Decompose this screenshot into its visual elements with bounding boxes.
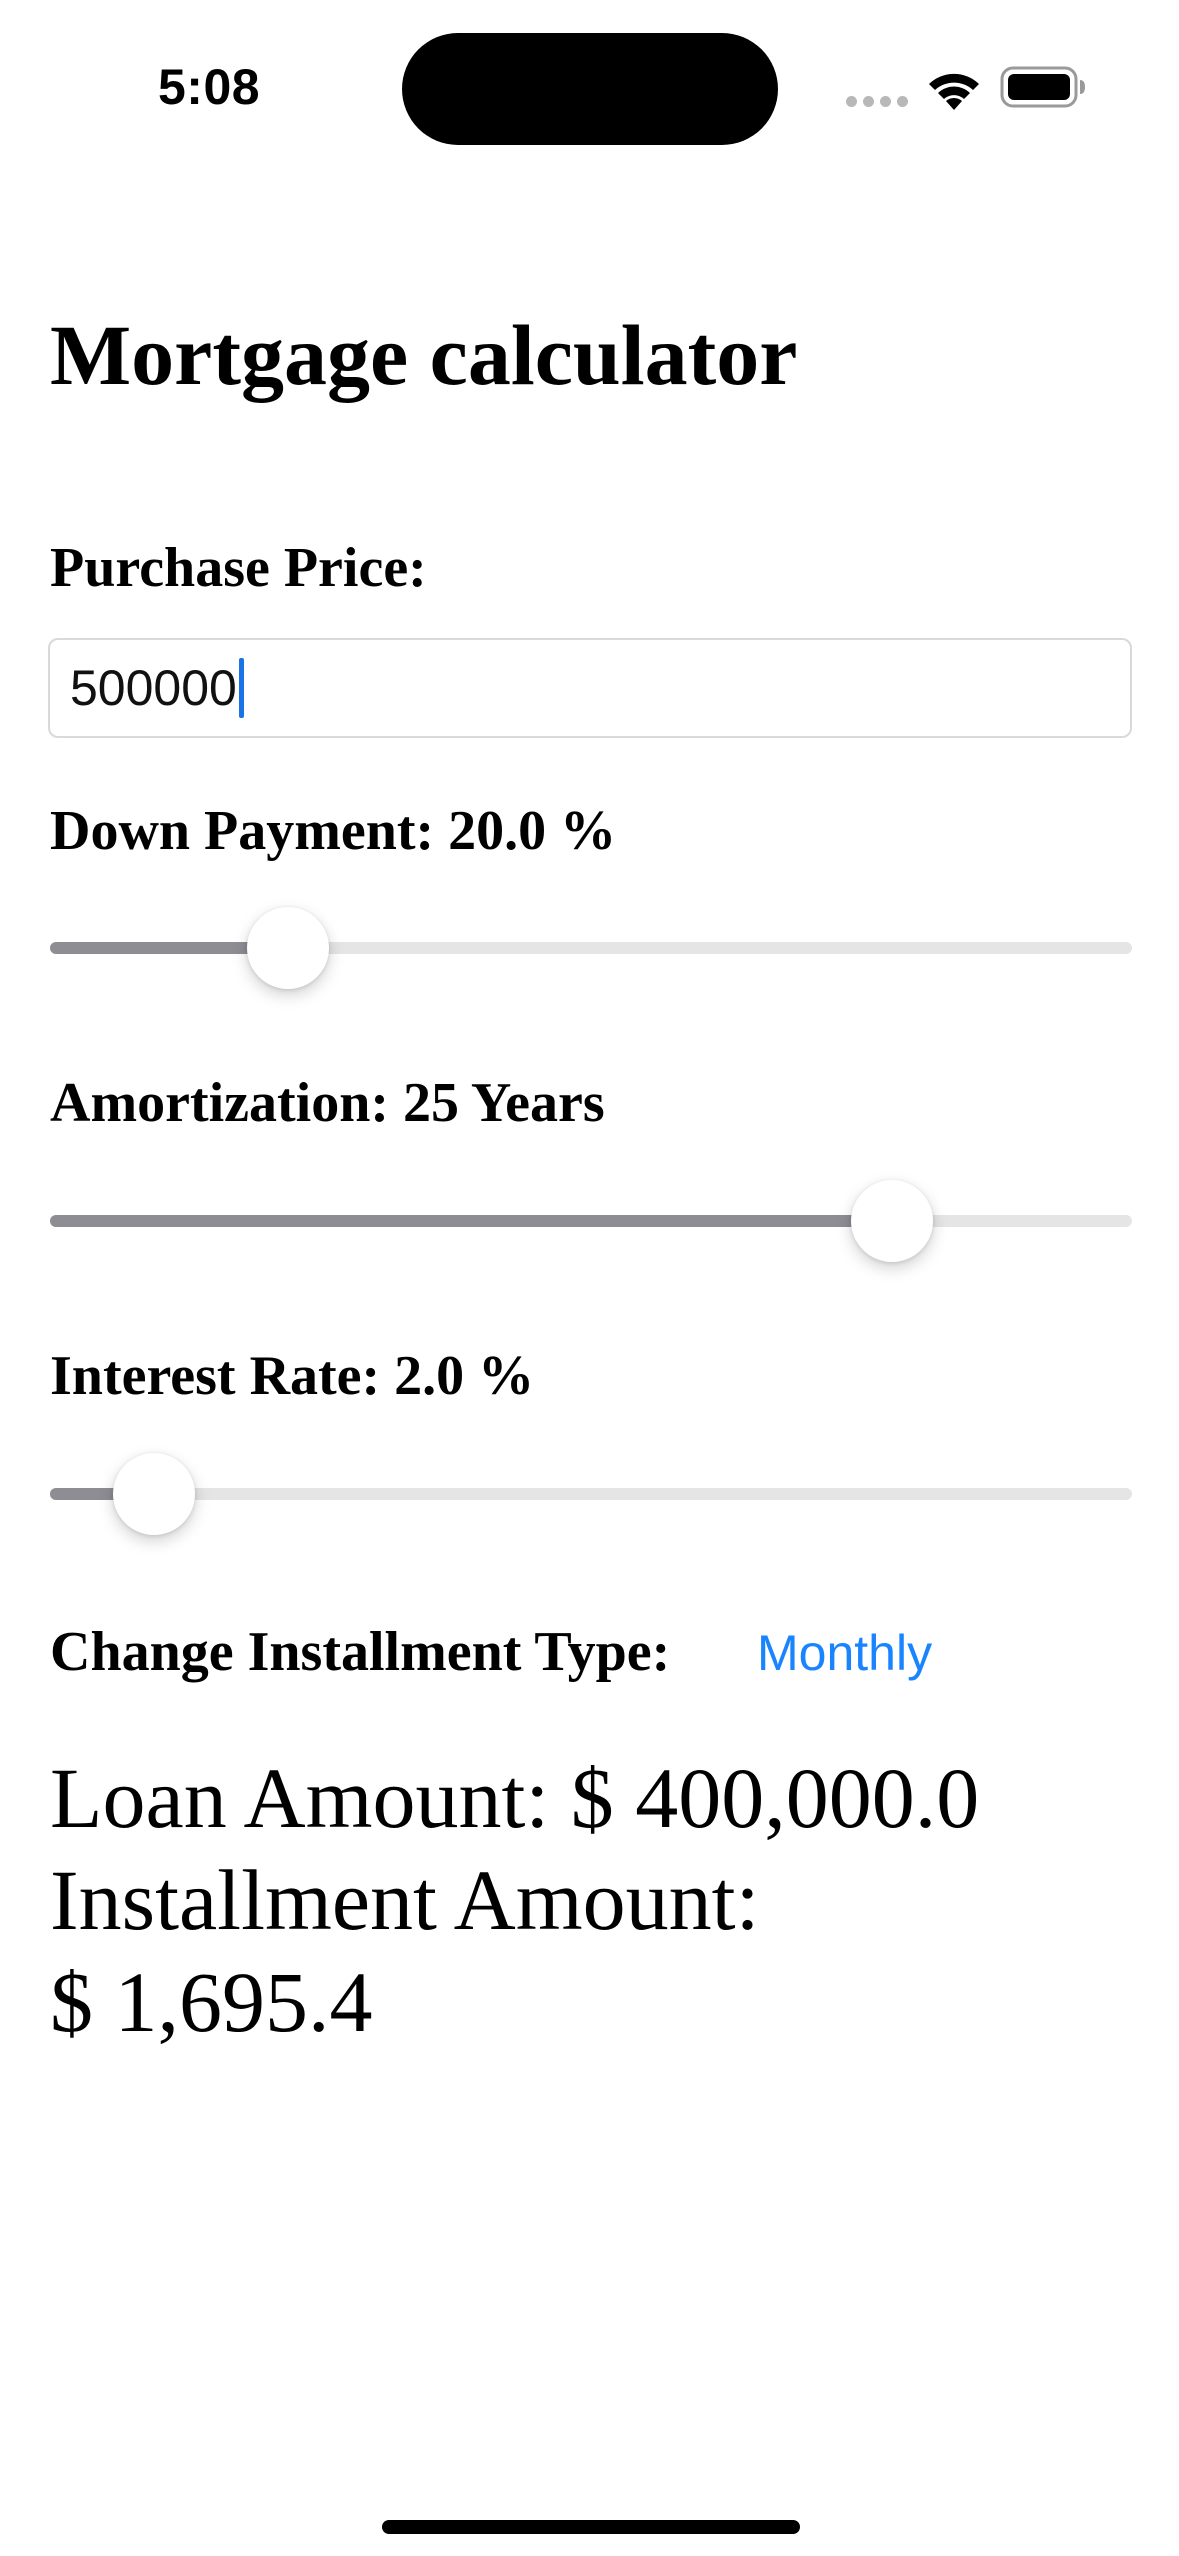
down-payment-label: Down Payment: 20.0 % [50,800,617,862]
text-caret [238,658,244,718]
home-indicator[interactable] [382,2520,800,2534]
installment-amount-value: $ 1,695.4 [50,1954,373,2050]
amortization-slider[interactable] [50,1176,1132,1266]
wifi-icon [929,73,979,110]
slider-track [50,1488,1132,1500]
slider-fill [50,1215,892,1227]
installment-type-button[interactable]: Monthly [757,1624,932,1682]
installment-type-row: Change Installment Type: Monthly [50,1620,932,1684]
amortization-label: Amortization: 25 Years [50,1072,605,1134]
signal-dots-icon [846,96,908,110]
slider-thumb[interactable] [247,907,330,989]
slider-thumb[interactable] [850,1180,933,1262]
purchase-price-label: Purchase Price: [50,537,427,599]
slider-thumb[interactable] [112,1453,195,1535]
loan-amount-text: Loan Amount: $ 400,000.0 [50,1750,980,1846]
page-title: Mortgage calculator [50,307,798,403]
interest-rate-label: Interest Rate: 2.0 % [50,1345,535,1407]
installment-type-label: Change Installment Type: [50,1621,671,1683]
down-payment-slider[interactable] [50,903,1132,993]
dynamic-island [402,33,778,145]
status-time: 5:08 [158,59,261,115]
purchase-price-input[interactable]: 500000 [48,638,1132,738]
battery-icon [1000,66,1085,108]
purchase-price-value: 500000 [70,660,237,716]
interest-rate-slider[interactable] [50,1449,1132,1539]
installment-amount-label: Installment Amount: [50,1852,760,1948]
